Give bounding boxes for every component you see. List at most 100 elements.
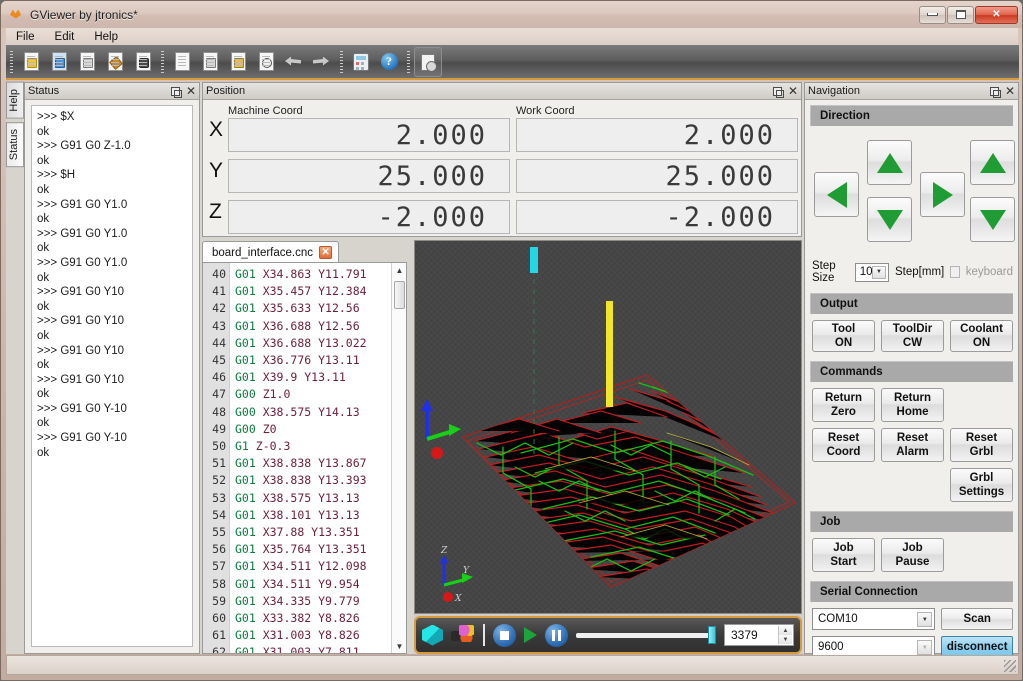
redo-icon[interactable] — [308, 47, 336, 77]
stop-button[interactable] — [493, 623, 516, 647]
menu-file[interactable]: File — [6, 30, 45, 44]
undo-icon[interactable] — [280, 47, 308, 77]
gcode-command: G01 — [235, 335, 256, 350]
gcode-command: G01 — [235, 370, 256, 385]
chevron-down-icon-port[interactable]: ▼ — [917, 612, 933, 627]
step-size-select[interactable]: 10 ▼ — [854, 262, 890, 282]
reset-alarm-button[interactable]: Reset Alarm — [881, 428, 944, 462]
status-log-line: >>> G91 G0 Y1.0 — [37, 256, 128, 269]
gcode-editor[interactable]: 40 41 42 43 44 45 46 47 48 49 50 51 52 53 54 55 56 57 58 59… — [202, 262, 407, 654]
reset-grbl-button[interactable]: Reset Grbl — [950, 428, 1013, 462]
minimize-button[interactable] — [919, 5, 946, 24]
gcode-line: G00 Z0 — [235, 421, 391, 438]
document-settings-icon[interactable] — [414, 46, 442, 77]
paste-icon[interactable] — [224, 47, 252, 77]
jog-z-minus-button[interactable] — [970, 197, 1015, 242]
tool-on-button[interactable]: Tool ON — [812, 320, 875, 352]
toolbar-grip[interactable] — [10, 50, 13, 73]
spinner-down-icon[interactable]: ▼ — [779, 635, 792, 644]
scan-button[interactable]: Scan — [941, 608, 1013, 630]
return-home-button[interactable]: Return Home — [881, 388, 944, 422]
slider-thumb[interactable] — [708, 626, 716, 644]
help-icon[interactable]: ? — [375, 47, 403, 77]
edit-file-icon[interactable] — [101, 47, 129, 77]
gcode-line-number: 41 — [212, 284, 226, 299]
gcode-command: G01 — [235, 576, 256, 591]
gcode-text[interactable]: G01 X34.863 Y11.791 G01 X35.457 Y12.384 G0… — [230, 263, 391, 653]
jog-x-minus-button[interactable] — [814, 172, 859, 217]
position-float-icon[interactable] — [772, 86, 784, 98]
open-file-icon[interactable] — [45, 47, 73, 77]
save-file-icon[interactable] — [73, 47, 101, 77]
return-zero-button[interactable]: Return Zero — [812, 388, 875, 422]
gcode-command: G01 — [235, 542, 256, 557]
scroll-up-icon[interactable]: ▲ — [392, 263, 406, 277]
navigation-float-icon[interactable] — [989, 86, 1001, 98]
pause-button[interactable] — [545, 623, 568, 647]
status-panel-title: Status — [28, 85, 60, 97]
gcode-scrollbar[interactable]: ▲ ▼ — [391, 263, 406, 653]
position-close-icon[interactable]: ✕ — [788, 85, 798, 97]
resize-grip-icon[interactable] — [1004, 660, 1016, 672]
navigation-panel: Navigation ✕ Direction Step Size 10 ▼ St… — [804, 82, 1019, 658]
coolant-line2: ON — [972, 337, 991, 349]
status-log-line: ok — [37, 271, 50, 284]
reset-coord-button[interactable]: Reset Coord — [812, 428, 875, 462]
gcode-line-numbers: 40 41 42 43 44 45 46 47 48 49 50 51 52 53 54 55 56 57 58 59… — [203, 263, 230, 653]
copy-icon[interactable] — [168, 47, 196, 77]
maximize-button[interactable] — [947, 5, 974, 24]
gcode-line-number: 40 — [212, 267, 226, 281]
navigation-close-icon[interactable]: ✕ — [1005, 85, 1015, 97]
jog-x-plus-button[interactable] — [920, 172, 965, 217]
calculator-icon[interactable] — [347, 47, 375, 77]
tooldir-cw-button[interactable]: ToolDir CW — [881, 320, 944, 352]
coolant-on-button[interactable]: Coolant ON — [950, 320, 1013, 352]
play-button[interactable] — [524, 627, 537, 643]
cube-view-icon[interactable] — [422, 624, 443, 646]
gcode-file-tab[interactable]: board_interface.cnc ✕ — [202, 241, 340, 263]
print-icon[interactable] — [129, 47, 157, 77]
toolbar-grip-3[interactable] — [340, 50, 343, 73]
grbl-settings-button[interactable]: Grbl Settings — [950, 468, 1013, 502]
chevron-down-icon-baud[interactable]: ▼ — [917, 640, 933, 655]
scrollbar-thumb[interactable] — [394, 281, 405, 309]
job-pause-button[interactable]: Job Pause — [881, 538, 944, 572]
window-controls: ✕ — [918, 5, 1022, 24]
serial-port-row: COM10 ▼ Scan — [812, 608, 1013, 630]
serial-port-select[interactable]: COM10 ▼ — [812, 608, 936, 630]
gcode-tab-close-icon[interactable]: ✕ — [319, 246, 333, 259]
status-close-icon[interactable]: ✕ — [186, 85, 196, 97]
palette-icon[interactable] — [451, 625, 475, 645]
jog-z-plus-button[interactable] — [970, 140, 1015, 185]
find-icon[interactable] — [252, 47, 280, 77]
close-button[interactable]: ✕ — [975, 5, 1018, 24]
toolbar-grip-2[interactable] — [161, 50, 164, 73]
status-float-icon[interactable] — [170, 86, 182, 98]
chevron-down-icon[interactable]: ▼ — [872, 265, 887, 279]
gcode-args: X38.838 Y13.867 — [255, 456, 367, 471]
menu-edit[interactable]: Edit — [45, 30, 85, 44]
jog-y-plus-button[interactable] — [867, 140, 912, 185]
job-start-line1: Job — [833, 542, 854, 554]
sidebar-tab-help[interactable]: Help — [6, 82, 24, 119]
scroll-down-icon[interactable]: ▼ — [392, 639, 406, 653]
return-home-line2: Home — [896, 406, 929, 418]
toolbar-group-edit — [168, 45, 336, 78]
new-file-icon[interactable] — [17, 47, 45, 77]
sidebar-tab-status[interactable]: Status — [6, 121, 24, 167]
status-log[interactable]: >>> $X ok >>> G91 G0 Z-1.0 ok >>> $H ok >>> G9… — [31, 105, 193, 647]
playback-slider[interactable] — [576, 625, 716, 645]
line-number-spinner[interactable]: 3379 ▲ ▼ — [724, 624, 794, 646]
position-panel-header: Position ✕ — [203, 83, 801, 100]
spinner-up-icon[interactable]: ▲ — [779, 626, 792, 635]
toolpath-3d-view[interactable]: Z Y X — [414, 240, 802, 614]
menu-help[interactable]: Help — [84, 30, 128, 44]
toolbar-grip-4[interactable] — [407, 50, 410, 73]
new-document-icon[interactable] — [196, 47, 224, 77]
position-panel-title: Position — [206, 85, 246, 97]
job-start-button[interactable]: Job Start — [812, 538, 875, 572]
gcode-line-number: 55 — [212, 525, 226, 540]
jog-y-minus-button[interactable] — [867, 197, 912, 242]
keyboard-checkbox[interactable] — [950, 266, 960, 278]
status-log-line: ok — [37, 154, 50, 167]
